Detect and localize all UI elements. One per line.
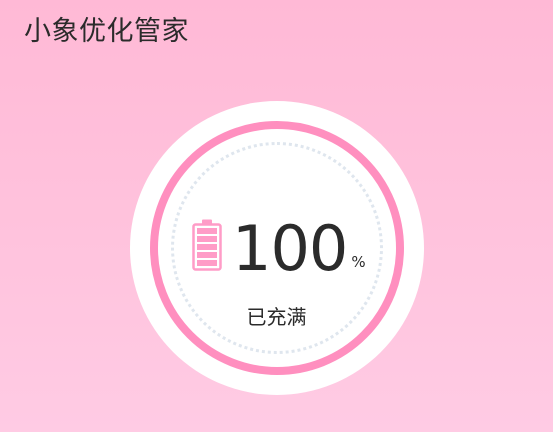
battery-percent: 100 % [232,210,366,280]
battery-cell [197,244,217,250]
app-title: 小象优化管家 [24,16,189,47]
battery-percent-unit: % [351,253,366,271]
battery-cell [197,252,217,258]
battery-status-text: 已充满 [246,305,307,329]
battery-percent-value: 100 [232,212,348,285]
battery-cell [197,260,217,266]
battery-cell [197,236,217,242]
battery-full-icon [192,219,222,271]
battery-cell [197,228,217,234]
